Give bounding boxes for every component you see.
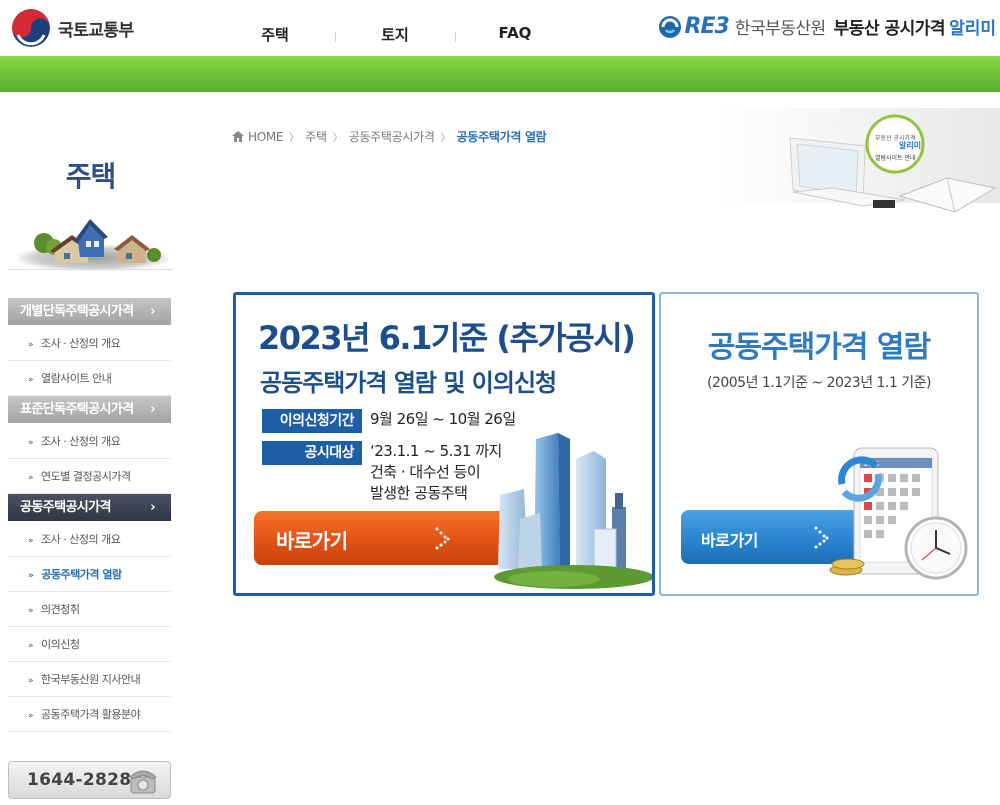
menu-sub-label: 조사 · 산정의 개요 (41, 533, 121, 546)
bullet-icon: » (28, 473, 34, 483)
ministry-logo[interactable]: 국토교통부 (12, 9, 134, 47)
menu-head-apartment[interactable]: 공동주택공시가격 › (8, 494, 171, 522)
house-icon (34, 219, 161, 263)
svg-text:열람사이트 안내: 열람사이트 안내 (875, 154, 916, 162)
target-line: 건축 · 대수선 등이 (370, 463, 481, 481)
nav-faq[interactable]: FAQ (455, 24, 575, 45)
reb-logo: RE3 (658, 14, 730, 39)
bullet-icon: » (28, 340, 34, 350)
chevron-right-icon: 〉 (289, 133, 300, 144)
breadcrumb-item[interactable]: 공동주택공시가격 (349, 128, 435, 145)
calendar-clock-icon: 2015 (829, 447, 968, 580)
go-button-label: 바로가기 (701, 531, 758, 550)
menu-head-label: 공동주택공시가격 (20, 500, 111, 515)
menu-sub-item[interactable]: » 조사 · 산정의 개요 (8, 326, 171, 361)
dotted-arrow-icon (435, 527, 450, 550)
bullet-icon: » (28, 571, 34, 581)
menu-sub-item[interactable]: » 연도별 결정공시가격 (8, 459, 171, 494)
menu-sub-label: 연도별 결정공시가격 (41, 470, 131, 483)
nav-land[interactable]: 토지 (335, 24, 455, 45)
additional-notice-card: 2023년 6.1기준 (추가공시) 공동주택가격 열람 및 이의신청 이의신청… (233, 292, 655, 596)
menu-sub-label: 한국부동산원 지사안내 (41, 673, 141, 686)
target-text: ‘23.1.1 ~ 5.31 까지 건축 · 대수선 등이 발생한 공동주택 (370, 441, 502, 504)
objection-period-row: 이의신청기간 9월 26일 ~ 10월 26일 (262, 409, 516, 433)
chevron-right-icon: › (150, 500, 155, 515)
card-right-title: 공동주택가격 열람 (707, 330, 931, 365)
target-row: 공시대상 ‘23.1.1 ~ 5.31 까지 건축 · 대수선 등이 발생한 공… (262, 441, 502, 504)
objection-period-text: 9월 26일 ~ 10월 26일 (370, 410, 516, 428)
menu-head-label: 표준단독주택공시가격 (20, 402, 134, 417)
chevron-right-icon: 〉 (440, 133, 451, 144)
green-banner-bar (0, 56, 1000, 92)
nav-housing[interactable]: 주택 (215, 24, 335, 45)
menu-sub-item[interactable]: » 공동주택가격 활용분야 (8, 697, 171, 732)
menu-sub-label: 이의신청 (41, 638, 80, 651)
target-line: 발생한 공동주택 (370, 484, 468, 502)
breadcrumb-current: 공동주택가격 열람 (456, 130, 547, 144)
laptop-icon: 부동산 공시가격 알리미 열람사이트 안내 (715, 108, 1000, 213)
bullet-icon: » (28, 375, 34, 385)
menu-sub-label: 공동주택가격 열람 (41, 568, 122, 581)
card-left-title: 2023년 6.1기준 (추가공시) (258, 319, 636, 357)
reb-wordmark: RE3 (684, 14, 730, 39)
telephone-icon (129, 770, 157, 794)
divider (8, 269, 173, 270)
menu-sub-item[interactable]: » 의견청취 (8, 592, 171, 627)
menu-sub-label: 조사 · 산정의 개요 (41, 337, 121, 350)
menu-sub-item[interactable]: » 조사 · 산정의 개요 (8, 522, 171, 557)
brand-accent: 알리미 (949, 19, 996, 39)
go-button-label: 바로가기 (276, 529, 348, 553)
menu-sub-item[interactable]: » 한국부동산원 지사안내 (8, 662, 171, 697)
home-icon (232, 131, 244, 142)
menu-sub-item[interactable]: » 조사 · 산정의 개요 (8, 424, 171, 459)
menu-sub-item[interactable]: » 열람사이트 안내 (8, 361, 171, 396)
breadcrumb-home[interactable]: HOME (248, 130, 284, 144)
taeguk-icon (12, 9, 50, 47)
menu-sub-label: 조사 · 산정의 개요 (41, 435, 121, 448)
ministry-name: 국토교통부 (58, 20, 134, 41)
menu-sub-label: 의견청취 (41, 603, 80, 616)
deco-screen-text: 알리미 (899, 140, 921, 150)
card-left-subtitle: 공동주택가격 열람 및 이의신청 (260, 369, 557, 397)
city-buildings-icon (494, 433, 652, 589)
bullet-icon: » (28, 676, 34, 686)
menu-head-label: 개별단독주택공시가격 (20, 304, 134, 319)
breadcrumb-item[interactable]: 주택 (305, 128, 327, 145)
card-right-subtitle: (2005년 1.1기준 ~ 2023년 1.1 기준) (707, 375, 931, 391)
menu-sub-item[interactable]: » 이의신청 (8, 627, 171, 662)
bullet-icon: » (28, 641, 34, 651)
objection-period-tag: 이의신청기간 (262, 409, 362, 433)
sidebar-menu: 개별단독주택공시가격 › » 조사 · 산정의 개요 » 열람사이트 안내 표준단독… (8, 298, 173, 732)
bullet-icon: » (28, 438, 34, 448)
brand-title: 부동산 공시가격 (833, 19, 946, 39)
menu-head-individual-house[interactable]: 개별단독주택공시가격 › (8, 298, 171, 326)
phone-number: 1644-2828 (27, 770, 132, 790)
phone-contact[interactable]: 1644-2828 (8, 761, 171, 799)
target-line: ‘23.1.1 ~ 5.31 까지 (370, 442, 502, 460)
menu-head-standard-house[interactable]: 표준단독주택공시가격 › (8, 396, 171, 424)
menu-sub-item-current[interactable]: » 공동주택가격 열람 (8, 557, 171, 592)
bullet-icon: » (28, 606, 34, 616)
breadcrumb: HOME 〉 주택 〉 공동주택공시가격 〉 공동주택가격 열람 (232, 128, 552, 145)
nav-divider (335, 32, 336, 42)
reb-emblem-icon (658, 15, 681, 38)
chevron-right-icon: › (150, 304, 155, 319)
brand-logo[interactable]: RE3 한국부동산원 부동산 공시가격 알리미 (658, 14, 996, 39)
houses-illustration (8, 205, 173, 271)
header: 국토교통부 주택 토지 FAQ RE3 한국부동산원 부동산 공시가격 알리미 (0, 0, 1000, 56)
laptop-illustration: 부동산 공시가격 알리미 열람사이트 안내 (715, 108, 1000, 228)
menu-sub-label: 공동주택가격 활용분야 (41, 708, 141, 721)
bullet-icon: » (28, 711, 34, 721)
chevron-right-icon: 〉 (332, 133, 343, 144)
target-tag: 공시대상 (262, 441, 362, 465)
sidebar-title: 주택 (65, 160, 117, 193)
brand-org: 한국부동산원 (734, 19, 826, 39)
bullet-icon: » (28, 536, 34, 546)
main-nav: 주택 토지 FAQ (215, 24, 575, 45)
apartment-price-card: 공동주택가격 열람 (2005년 1.1기준 ~ 2023년 1.1 기준) 바… (659, 292, 979, 596)
nav-divider (455, 32, 456, 42)
menu-sub-label: 열람사이트 안내 (41, 372, 112, 385)
go-button-additional[interactable]: 바로가기 (254, 511, 524, 565)
chevron-right-icon: › (150, 402, 155, 417)
